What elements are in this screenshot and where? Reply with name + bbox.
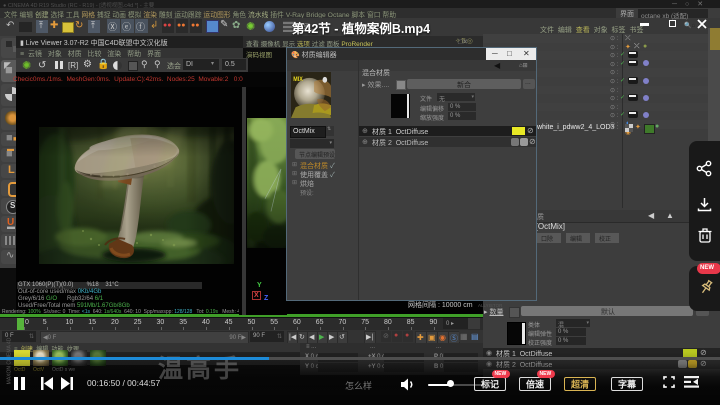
svg-text:MIX: MIX	[293, 75, 303, 83]
